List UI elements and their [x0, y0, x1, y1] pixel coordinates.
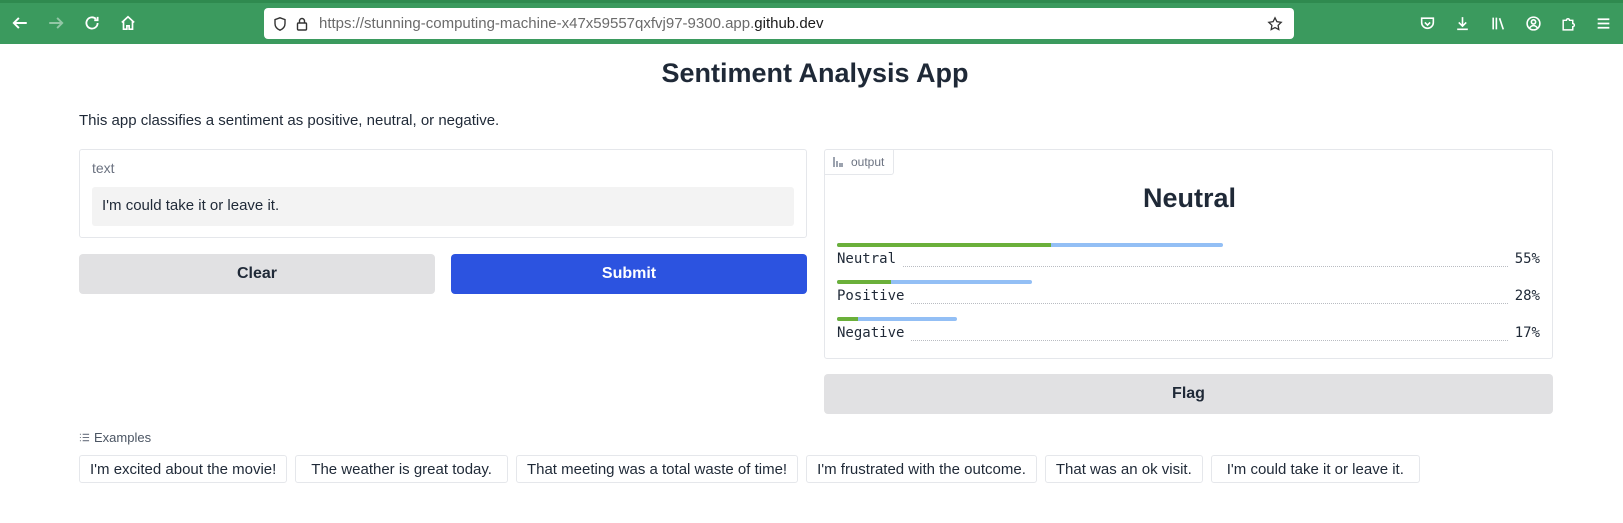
confidence-bar [837, 280, 1032, 284]
account-icon [1525, 15, 1541, 31]
app-description: This app classifies a sentiment as posit… [79, 112, 500, 129]
output-tab-label: output [851, 155, 885, 169]
puzzle-icon [1561, 17, 1575, 31]
submit-button[interactable]: Submit [451, 254, 807, 294]
back-button[interactable] [8, 11, 32, 35]
example-item[interactable]: That was an ok visit. [1044, 455, 1203, 483]
arrow-right-icon [49, 17, 64, 29]
pocket-button[interactable] [1416, 12, 1438, 34]
examples-list: I'm excited about the movie! The weather… [79, 455, 1420, 483]
url-prefix: https://stunning-computing-machine-x47x5… [319, 15, 755, 32]
url-host: github.dev [754, 15, 824, 32]
extensions-button[interactable] [1557, 12, 1579, 34]
confidence-row-negative: Negative 17% [837, 317, 1540, 351]
confidence-bar-fill [837, 280, 891, 284]
confidence-percent: 28% [1508, 288, 1540, 304]
confidence-row-neutral: Neutral 55% [837, 243, 1540, 277]
confidence-bar-fill [837, 243, 1051, 247]
reload-icon [85, 16, 99, 30]
confidence-label: Negative [837, 325, 911, 341]
confidence-label: Neutral [837, 251, 903, 267]
example-item[interactable]: I'm could take it or leave it. [1210, 455, 1420, 483]
confidence-percent: 17% [1508, 325, 1540, 341]
confidence-bar [837, 243, 1223, 247]
library-button[interactable] [1487, 12, 1509, 34]
text-input[interactable]: I'm could take it or leave it. [92, 187, 794, 226]
page-title: Sentiment Analysis App [661, 58, 969, 88]
text-input-label: text [92, 160, 115, 176]
flag-button[interactable]: Flag [824, 374, 1553, 414]
example-item[interactable]: That meeting was a total waste of time! [515, 455, 799, 483]
home-button[interactable] [116, 11, 140, 35]
confidence-row-positive: Positive 28% [837, 280, 1540, 314]
browser-toolbar: https://stunning-computing-machine-x47x5… [0, 0, 1623, 44]
text-input-panel: text I'm could take it or leave it. [79, 149, 807, 238]
examples-label: Examples [94, 430, 152, 445]
confidence-percent: 55% [1508, 251, 1540, 267]
confidence-bar [837, 317, 957, 321]
example-item[interactable]: I'm excited about the movie! [79, 455, 288, 483]
examples-header: Examples [79, 430, 151, 445]
clear-button[interactable]: Clear [79, 254, 435, 294]
bar-chart-icon [833, 157, 843, 167]
example-item[interactable]: The weather is great today. [295, 455, 508, 483]
reload-button[interactable] [80, 11, 104, 35]
menu-button[interactable] [1592, 12, 1614, 34]
pocket-icon [1420, 16, 1434, 29]
arrow-left-icon [12, 17, 27, 29]
confidence-label: Positive [837, 288, 911, 304]
lock-icon[interactable] [291, 13, 313, 35]
bookmark-star-icon[interactable] [1264, 13, 1286, 35]
shield-icon[interactable] [269, 13, 291, 35]
home-icon [121, 15, 135, 31]
output-panel: output Neutral Neutral 55% Positive 28% … [824, 149, 1553, 359]
address-bar[interactable]: https://stunning-computing-machine-x47x5… [264, 8, 1294, 39]
example-item[interactable]: I'm frustrated with the outcome. [806, 455, 1037, 483]
dotted-divider [837, 303, 1540, 304]
forward-button[interactable] [44, 11, 68, 35]
confidence-bar-fill [837, 317, 858, 321]
account-button[interactable] [1522, 12, 1544, 34]
predicted-label: Neutral [1142, 183, 1237, 213]
library-icon [1491, 17, 1504, 30]
hamburger-menu-icon [1597, 17, 1609, 29]
output-tab: output [825, 150, 895, 175]
list-icon [79, 433, 90, 442]
url-text: https://stunning-computing-machine-x47x5… [319, 15, 824, 32]
dotted-divider [837, 266, 1540, 267]
dotted-divider [837, 340, 1540, 341]
downloads-button[interactable] [1451, 12, 1473, 34]
download-icon [1456, 16, 1468, 30]
